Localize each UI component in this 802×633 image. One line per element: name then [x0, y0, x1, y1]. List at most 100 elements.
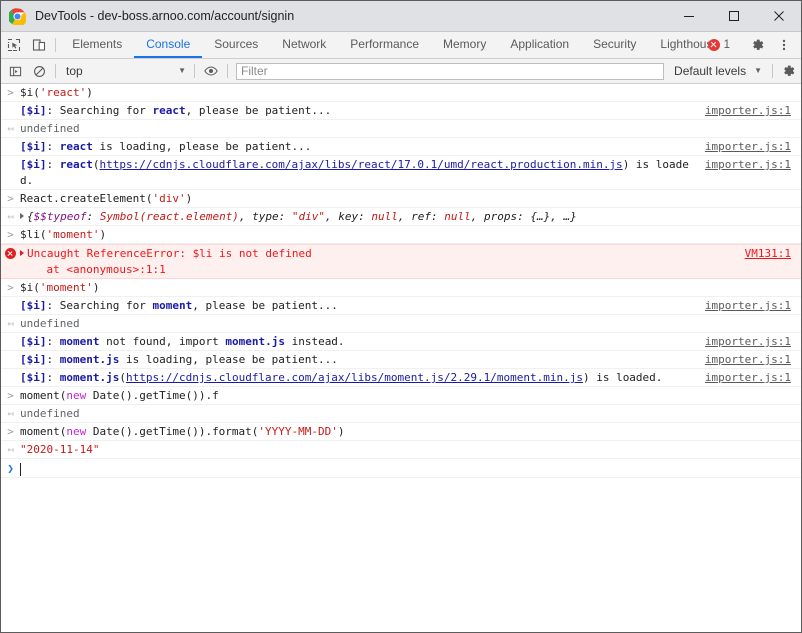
- console-prompt-row[interactable]: ❯: [1, 459, 801, 478]
- console-row-content: undefined: [20, 121, 801, 137]
- tab-console[interactable]: Console: [134, 32, 203, 58]
- console-row[interactable]: > $i('moment'): [1, 279, 801, 297]
- source-location-link[interactable]: importer.js:1: [705, 334, 801, 350]
- token-undef: undefined: [20, 407, 80, 420]
- token-objval: Symbol(react.element): [99, 210, 239, 223]
- token-plain: ): [185, 192, 193, 205]
- source-location-link[interactable]: importer.js:1: [705, 298, 801, 314]
- tab-performance[interactable]: Performance: [338, 32, 431, 58]
- token-tag: [$i]: [20, 335, 47, 348]
- console-row[interactable]: [$i]: moment not found, import moment.js…: [1, 333, 801, 351]
- error-stack-line: at <anonymous>:1:1: [20, 263, 166, 276]
- tab-memory[interactable]: Memory: [431, 32, 498, 58]
- output-arrow-icon: ↤: [7, 317, 14, 330]
- token-objname: , key:: [325, 210, 372, 223]
- console-toolbar-right: [768, 61, 801, 82]
- output-arrow-icon: ↤: [7, 443, 14, 456]
- token-objval: "div": [291, 210, 326, 223]
- token-link[interactable]: https://cdnjs.cloudflare.com/ajax/libs/m…: [126, 371, 583, 384]
- token-plain: , please be patient...: [185, 104, 332, 117]
- error-count-badge[interactable]: 1: [707, 39, 730, 51]
- console-settings-button[interactable]: [777, 61, 801, 82]
- token-objname: {: [27, 210, 34, 223]
- console-row[interactable]: > moment(new Date().getTime()).f: [1, 387, 801, 405]
- live-expression-button[interactable]: [199, 61, 223, 82]
- log-levels-selector[interactable]: Default levels ▼: [668, 61, 768, 82]
- maximize-button[interactable]: [711, 1, 756, 32]
- close-button[interactable]: [756, 1, 801, 32]
- chevron-down-icon: ▼: [754, 66, 762, 75]
- console-prompt-input[interactable]: [20, 461, 801, 477]
- console-message-list[interactable]: > $i('react') [$i]: Searching for react, p…: [1, 84, 801, 632]
- minimize-button[interactable]: [666, 1, 711, 32]
- tab-sources[interactable]: Sources: [202, 32, 270, 58]
- token-tag: moment.js: [225, 335, 285, 348]
- output-arrow-icon: ↤: [7, 122, 14, 135]
- token-plain: Date().getTime()).format(: [86, 425, 259, 438]
- token-link[interactable]: https://cdnjs.cloudflare.com/ajax/libs/r…: [100, 158, 623, 171]
- token-str: 'div': [152, 192, 186, 205]
- token-plain: : Searching for: [46, 299, 153, 312]
- tab-security[interactable]: Security: [581, 32, 648, 58]
- token-plain: , please be patient...: [192, 299, 338, 312]
- console-row[interactable]: [$i]: moment.js is loading, please be pa…: [1, 351, 801, 369]
- token-objname: , ref:: [397, 210, 445, 223]
- device-toolbar-toggle-button[interactable]: [26, 32, 51, 58]
- token-objval: null: [371, 210, 398, 223]
- console-sidebar-toggle-button[interactable]: [3, 61, 27, 82]
- token-tag: moment.js: [59, 353, 120, 366]
- console-row[interactable]: ↤ {$$typeof: Symbol(react.element), type:…: [1, 208, 801, 226]
- console-filter-input[interactable]: [236, 62, 665, 80]
- console-row-content: [$i]: moment.js is loading, please be pa…: [20, 352, 705, 368]
- console-row[interactable]: Uncaught ReferenceError: $li is not defi…: [1, 244, 801, 279]
- text-caret: [20, 462, 21, 476]
- token-str: 'moment': [39, 281, 93, 294]
- source-location-link[interactable]: importer.js:1: [705, 352, 801, 368]
- expand-triangle-icon[interactable]: [20, 250, 24, 256]
- token-plain: React.createElement(: [20, 192, 153, 205]
- console-row[interactable]: > $li('moment'): [1, 226, 801, 244]
- token-objname: :: [86, 210, 100, 223]
- token-plain: ): [337, 425, 345, 438]
- console-row-content: undefined: [20, 406, 801, 422]
- devtools-settings-button[interactable]: [745, 38, 771, 52]
- token-tag: moment.js: [59, 371, 120, 384]
- console-row[interactable]: [$i]: react(https://cdnjs.cloudflare.com…: [1, 156, 801, 190]
- console-sidebar-icon: [9, 66, 21, 76]
- tab-elements[interactable]: Elements: [60, 32, 134, 58]
- output-arrow-icon: ↤: [7, 407, 14, 420]
- chevron-down-icon: ▼: [178, 66, 186, 75]
- console-row[interactable]: ↤ undefined: [1, 315, 801, 333]
- console-row[interactable]: ↤ undefined: [1, 405, 801, 423]
- token-plain: :: [46, 353, 60, 366]
- console-row[interactable]: > moment(new Date().getTime()).format('YY…: [1, 423, 801, 441]
- devtools-window: DevTools - dev-boss.arnoo.com/account/si…: [0, 0, 802, 633]
- console-row[interactable]: > $i('react'): [1, 84, 801, 102]
- inspect-element-picker-button[interactable]: [1, 32, 26, 58]
- source-location-link[interactable]: VM131:1: [745, 246, 801, 262]
- tab-application[interactable]: Application: [498, 32, 581, 58]
- console-row-content: $li('moment'): [20, 227, 801, 243]
- console-row[interactable]: ↤ "2020-11-14": [1, 441, 801, 459]
- devtools-more-options-button[interactable]: [771, 38, 797, 52]
- source-location-link[interactable]: importer.js:1: [705, 103, 801, 119]
- panel-tabs: Elements Console Sources Network Perform…: [60, 32, 719, 58]
- console-row[interactable]: [$i]: Searching for moment, please be pa…: [1, 297, 801, 315]
- token-objval: null: [444, 210, 471, 223]
- tab-network[interactable]: Network: [270, 32, 338, 58]
- source-location-link[interactable]: importer.js:1: [705, 157, 801, 173]
- console-row[interactable]: [$i]: react is loading, please be patien…: [1, 138, 801, 156]
- console-row-content: [$i]: Searching for moment, please be pa…: [20, 298, 705, 314]
- console-toolbar-divider-1: [55, 64, 56, 78]
- execution-context-selector[interactable]: top ▼: [60, 61, 190, 82]
- prompt-icon: ❯: [7, 462, 14, 475]
- clear-console-button[interactable]: [27, 61, 51, 82]
- console-row[interactable]: > React.createElement('div'): [1, 190, 801, 208]
- console-row[interactable]: ↤ undefined: [1, 120, 801, 138]
- console-row[interactable]: [$i]: moment.js(https://cdnjs.cloudflare…: [1, 369, 801, 387]
- expand-triangle-icon[interactable]: [20, 213, 24, 219]
- source-location-link[interactable]: importer.js:1: [705, 139, 801, 155]
- source-location-link[interactable]: importer.js:1: [705, 370, 801, 386]
- token-plain: $i(: [20, 281, 40, 294]
- console-row[interactable]: [$i]: Searching for react, please be pat…: [1, 102, 801, 120]
